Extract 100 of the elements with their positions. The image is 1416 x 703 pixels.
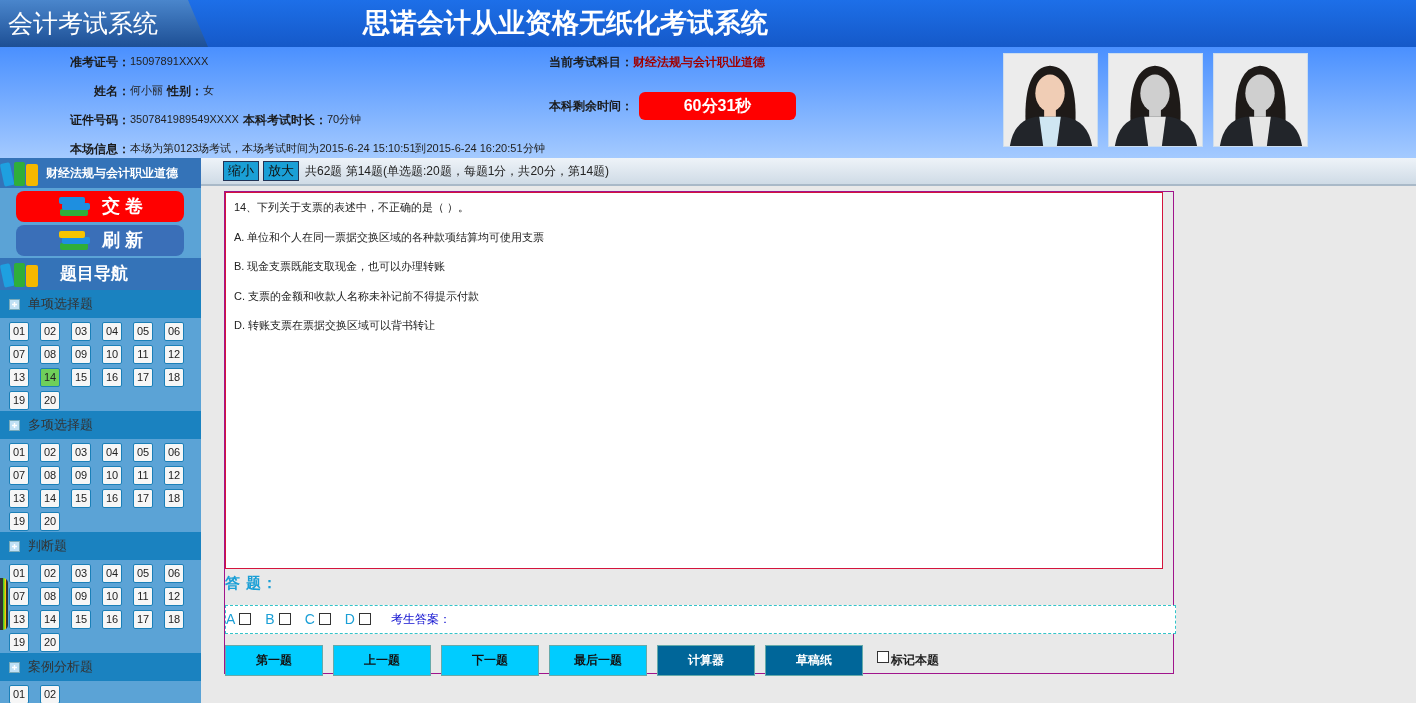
question-number-button[interactable]: 05 [133, 322, 153, 341]
books-icon [0, 159, 40, 187]
navigation-button[interactable]: 第一题 [225, 644, 323, 676]
mark-checkbox[interactable] [877, 651, 889, 663]
question-number-button[interactable]: 03 [71, 443, 91, 462]
question-number-button[interactable]: 16 [102, 489, 122, 508]
question-number-button[interactable]: 03 [71, 322, 91, 341]
choice-checkbox[interactable] [318, 613, 331, 625]
field-label: 本科考试时长： [242, 111, 327, 129]
book-stack-icon [56, 228, 93, 253]
question-number-button[interactable]: 07 [9, 587, 29, 606]
question-summary: 共62题 第14题(单选题:20题，每题1分，共20分，第14题) [305, 163, 610, 180]
question-number-button[interactable]: 07 [9, 345, 29, 364]
submit-button[interactable]: 交 卷 [16, 191, 184, 222]
question-number-button[interactable]: 19 [9, 391, 29, 410]
question-number-button[interactable]: 06 [164, 443, 184, 462]
question-number-button[interactable]: 04 [102, 443, 122, 462]
choice-checkbox[interactable] [278, 613, 291, 625]
question-number-button[interactable]: 12 [164, 345, 184, 364]
question-number-button[interactable]: 19 [9, 512, 29, 531]
question-number-button[interactable]: 15 [71, 610, 91, 629]
navigation-button[interactable]: 上一题 [333, 644, 431, 676]
choice-checkbox[interactable] [239, 613, 252, 625]
question-number-button[interactable]: 05 [133, 443, 153, 462]
question-number-button[interactable]: 12 [164, 466, 184, 485]
expand-icon [9, 298, 20, 310]
question-number-button[interactable]: 02 [40, 443, 60, 462]
candidate-answer-label: 考生答案： [390, 611, 451, 628]
question-number-button[interactable]: 18 [164, 489, 184, 508]
question-number-button[interactable]: 20 [40, 512, 60, 531]
question-number-button[interactable]: 11 [133, 466, 153, 485]
navigation-heading: 题目导航 [60, 263, 128, 286]
question-number-button[interactable]: 11 [133, 345, 153, 364]
question-number-button[interactable]: 18 [164, 368, 184, 387]
question-number-button[interactable]: 08 [40, 345, 60, 364]
question-number-button[interactable]: 06 [164, 564, 184, 583]
question-number-button[interactable]: 08 [40, 466, 60, 485]
question-number-button[interactable]: 13 [9, 610, 29, 629]
question-number-button[interactable]: 03 [71, 564, 91, 583]
choice-letter: A [226, 609, 236, 629]
field-label: 本科剩余时间： [549, 98, 633, 115]
question-number-button[interactable]: 12 [164, 587, 184, 606]
field-value: 70分钟 [326, 112, 362, 128]
navigation-button[interactable]: 下一题 [441, 644, 539, 676]
field-value: 女 [203, 83, 214, 99]
question-number-button[interactable]: 02 [40, 564, 60, 583]
question-number-button[interactable]: 14 [40, 368, 60, 387]
question-number-button[interactable]: 20 [40, 391, 60, 410]
question-number-button[interactable]: 06 [164, 322, 184, 341]
question-number-button[interactable]: 04 [102, 564, 122, 583]
tool-button[interactable]: 草稿纸 [765, 644, 863, 676]
zoom-in-button[interactable]: 放大 [263, 161, 299, 181]
question-number-button[interactable]: 09 [71, 587, 91, 606]
question-number-button[interactable]: 01 [9, 443, 29, 462]
zoom-out-button[interactable]: 缩小 [223, 161, 259, 181]
question-number-button[interactable]: 02 [40, 685, 60, 703]
question-number-button[interactable]: 11 [133, 587, 153, 606]
question-number-button[interactable]: 01 [9, 564, 29, 583]
question-number-button[interactable]: 10 [102, 466, 122, 485]
question-number-button[interactable]: 13 [9, 368, 29, 387]
question-number-button[interactable]: 17 [133, 489, 153, 508]
field-label: 本场信息： [69, 140, 130, 158]
question-number-button[interactable]: 07 [9, 466, 29, 485]
question-number-button[interactable]: 16 [102, 368, 122, 387]
book-stack-icon [56, 194, 93, 219]
question-number-button[interactable]: 04 [102, 322, 122, 341]
question-number-button[interactable]: 15 [71, 368, 91, 387]
question-number-button[interactable]: 08 [40, 587, 60, 606]
question-number-button[interactable]: 14 [40, 610, 60, 629]
field-label: 当前考试科目： [549, 53, 633, 71]
tool-button[interactable]: 计算器 [657, 644, 755, 676]
question-number-button[interactable]: 01 [9, 322, 29, 341]
question-number-button[interactable]: 05 [133, 564, 153, 583]
subject-heading: 财经法规与会计职业道德 [46, 165, 178, 182]
question-number-button[interactable]: 18 [164, 610, 184, 629]
question-number-button[interactable]: 14 [40, 489, 60, 508]
question-number-button[interactable]: 10 [102, 587, 122, 606]
field-value: 何小丽 [130, 83, 163, 99]
option-text: B. 现金支票既能支取现金，也可以办理转账 [234, 259, 447, 274]
option-text: A. 单位和个人在同一票据交换区域的各种款项结算均可使用支票 [234, 229, 546, 245]
question-number-button[interactable]: 19 [9, 633, 29, 652]
question-number-button[interactable]: 13 [9, 489, 29, 508]
question-number-button[interactable]: 15 [71, 489, 91, 508]
choice-checkbox[interactable] [358, 613, 371, 625]
navigation-button[interactable]: 最后一题 [549, 644, 647, 676]
question-number-button[interactable]: 20 [40, 633, 60, 652]
question-number-button[interactable]: 09 [71, 466, 91, 485]
books-icon [0, 260, 40, 288]
expand-icon [9, 540, 20, 552]
option-text: D. 转账支票在票据交换区域可以背书转让 [234, 318, 437, 333]
question-number-button[interactable]: 10 [102, 345, 122, 364]
question-number-button[interactable]: 17 [133, 368, 153, 387]
question-number-button[interactable]: 16 [102, 610, 122, 629]
question-number-button[interactable]: 02 [40, 322, 60, 341]
question-number-button[interactable]: 09 [71, 345, 91, 364]
refresh-button[interactable]: 刷 新 [16, 225, 184, 256]
field-value: 15097891XXXX [130, 54, 209, 70]
side-widget-icon[interactable] [0, 578, 8, 630]
question-number-button[interactable]: 17 [133, 610, 153, 629]
question-number-button[interactable]: 01 [9, 685, 29, 703]
